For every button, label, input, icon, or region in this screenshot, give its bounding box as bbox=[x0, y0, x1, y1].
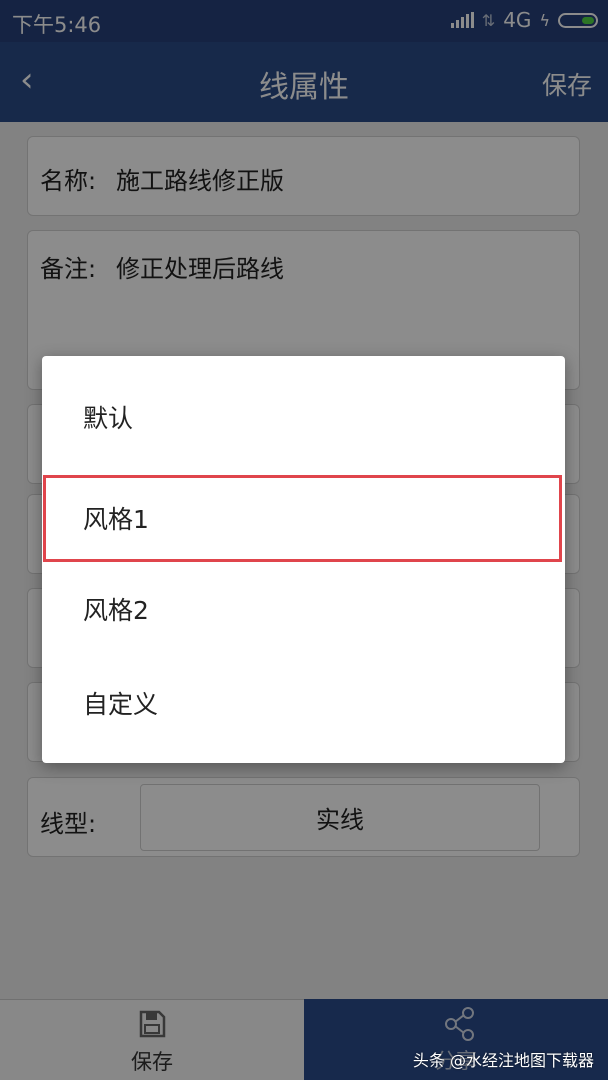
option-default[interactable]: 默认 bbox=[42, 370, 565, 464]
watermark: 头条 @水经注地图下载器 bbox=[412, 1051, 594, 1070]
option-style-2[interactable]: 风格2 bbox=[42, 562, 565, 656]
option-custom[interactable]: 自定义 bbox=[42, 656, 565, 750]
option-style-1[interactable]: 风格1 bbox=[42, 471, 565, 565]
style-picker-dialog: 默认 风格1 风格2 自定义 bbox=[42, 356, 565, 763]
